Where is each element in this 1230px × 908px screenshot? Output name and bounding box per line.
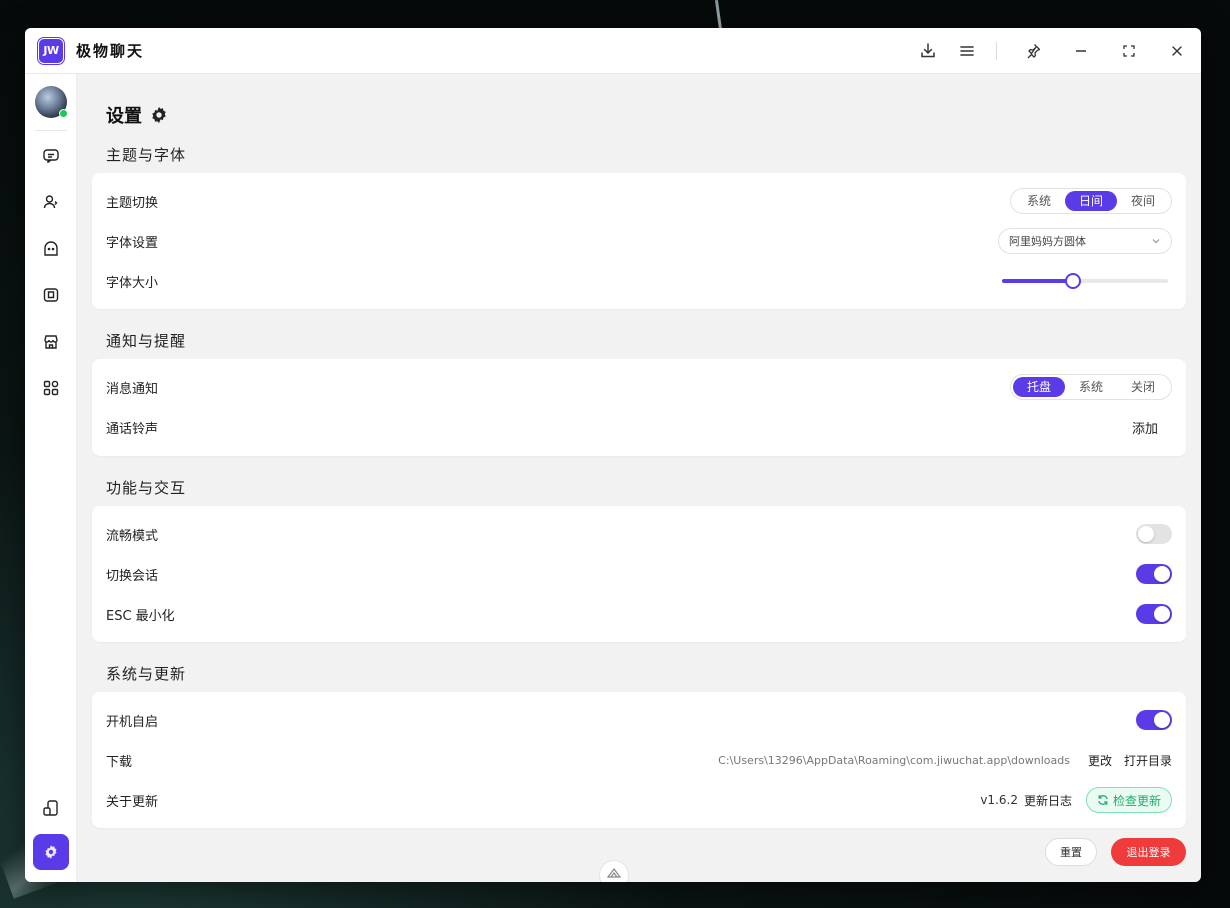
minimize-icon[interactable] [1057, 28, 1105, 74]
close-icon[interactable] [1153, 28, 1201, 74]
about-update-label: 关于更新 [106, 794, 159, 810]
logout-button[interactable]: 退出登录 [1111, 838, 1186, 866]
font-row: 字体设置 阿里妈妈方圆体 [106, 221, 1172, 261]
theme-segmented-control: 系统 日间 夜间 [1009, 188, 1172, 214]
smooth-mode-row: 流畅模式 [106, 514, 1172, 554]
triangle-up-icon [607, 868, 621, 878]
background-streak [714, 0, 723, 31]
download-label: 下载 [106, 754, 133, 770]
esc-minimize-label: ESC 最小化 [106, 608, 175, 624]
maximize-icon[interactable] [1105, 28, 1153, 74]
ringtone-label: 通话铃声 [106, 421, 159, 437]
section-title-features: 功能与交互 [106, 479, 187, 497]
autostart-row: 开机自启 [106, 700, 1172, 740]
slider-thumb[interactable] [1065, 273, 1081, 289]
autostart-label: 开机自启 [106, 714, 159, 730]
card-features: 流畅模式 切换会话 ESC 最小化 [92, 506, 1186, 642]
switch-session-toggle[interactable] [1136, 564, 1172, 584]
sidebar-divider [35, 130, 67, 131]
theme-label: 主题切换 [106, 195, 159, 211]
collapse-handle[interactable] [599, 860, 629, 882]
card-notify: 消息通知 托盘 系统 关闭 通话铃声 添加 [92, 359, 1186, 456]
smooth-mode-toggle[interactable] [1136, 524, 1172, 544]
autostart-toggle[interactable] [1136, 710, 1172, 730]
chevron-down-icon [1152, 239, 1160, 244]
apps-icon[interactable] [33, 370, 69, 406]
font-size-row: 字体大小 [106, 261, 1172, 301]
gear-icon [152, 106, 166, 124]
check-update-button[interactable]: 检查更新 [1085, 787, 1172, 813]
titlebar-divider [996, 41, 997, 60]
settings-icon[interactable] [33, 834, 69, 870]
store-icon[interactable] [33, 324, 69, 360]
open-dir-button[interactable]: 打开目录 [1124, 752, 1172, 769]
theme-option-day[interactable]: 日间 [1064, 191, 1117, 211]
switch-session-label: 切换会话 [106, 568, 159, 584]
download-row: 下载 C:\Users\13296\AppData\Roaming\com.ji… [106, 740, 1172, 780]
add-ringtone-button[interactable]: 添加 [1132, 418, 1158, 437]
download-path: C:\Users\13296\AppData\Roaming\com.jiwuc… [718, 753, 1070, 767]
app-window: JW 极物聊天 设置 主题与字体 主题切换 系统 日间 夜间 字体设置 阿里妈妈… [25, 28, 1201, 882]
change-dir-button[interactable]: 更改 [1088, 752, 1112, 769]
notify-option-system[interactable]: 系统 [1065, 377, 1117, 397]
theme-option-night[interactable]: 夜间 [1117, 191, 1169, 211]
page-title: 设置 [106, 102, 168, 128]
switch-session-row: 切换会话 [106, 554, 1172, 594]
reset-button[interactable]: 重置 [1045, 838, 1097, 866]
notify-option-off[interactable]: 关闭 [1117, 377, 1169, 397]
chat-icon[interactable] [33, 138, 69, 174]
esc-minimize-row: ESC 最小化 [106, 594, 1172, 634]
sidebar [25, 74, 77, 882]
font-select-value: 阿里妈妈方圆体 [1009, 235, 1086, 248]
changelog-link[interactable]: 更新日志 [1024, 792, 1072, 809]
section-title-theme: 主题与字体 [106, 146, 187, 164]
card-theme: 主题切换 系统 日间 夜间 字体设置 阿里妈妈方圆体 字体大小 [92, 173, 1186, 309]
smooth-mode-label: 流畅模式 [106, 528, 159, 544]
contacts-icon[interactable] [33, 184, 69, 220]
menu-icon[interactable] [952, 28, 982, 74]
font-size-label: 字体大小 [106, 275, 159, 291]
titlebar: JW 极物聊天 [25, 28, 1201, 74]
theme-option-system[interactable]: 系统 [1013, 191, 1065, 211]
message-notify-row: 消息通知 托盘 系统 关闭 [106, 367, 1172, 407]
ghost-icon[interactable] [33, 231, 69, 267]
font-label: 字体设置 [106, 235, 159, 251]
esc-minimize-toggle[interactable] [1136, 604, 1172, 624]
titlebar-actions [904, 28, 1201, 73]
online-status-dot [59, 109, 68, 118]
message-notify-segmented-control: 托盘 系统 关闭 [1009, 374, 1172, 400]
bookmark-icon[interactable] [33, 277, 69, 313]
theme-row: 主题切换 系统 日间 夜间 [106, 181, 1172, 221]
section-title-notify: 通知与提醒 [106, 332, 187, 350]
card-system: 开机自启 下载 C:\Users\13296\AppData\Roaming\c… [92, 692, 1186, 828]
download-icon[interactable] [904, 28, 952, 74]
ringtone-row: 通话铃声 添加 [106, 407, 1172, 447]
app-logo: JW [38, 37, 64, 64]
section-title-system: 系统与更新 [106, 665, 187, 683]
device-icon[interactable] [33, 790, 69, 826]
check-update-label: 检查更新 [1112, 793, 1161, 808]
page-title-text: 设置 [106, 106, 142, 127]
app-title: 极物聊天 [76, 42, 145, 60]
font-select[interactable]: 阿里妈妈方圆体 [998, 228, 1172, 254]
about-update-row: 关于更新 v1.6.2 更新日志 检查更新 [106, 780, 1172, 820]
message-notify-label: 消息通知 [106, 381, 159, 397]
notify-option-tray[interactable]: 托盘 [1012, 377, 1065, 397]
avatar[interactable] [35, 86, 68, 118]
refresh-icon [1098, 795, 1108, 805]
font-size-slider[interactable] [1002, 273, 1168, 289]
pin-icon[interactable] [1009, 28, 1057, 74]
slider-fill [1002, 279, 1073, 283]
version-text: v1.6.2 [980, 793, 1018, 807]
